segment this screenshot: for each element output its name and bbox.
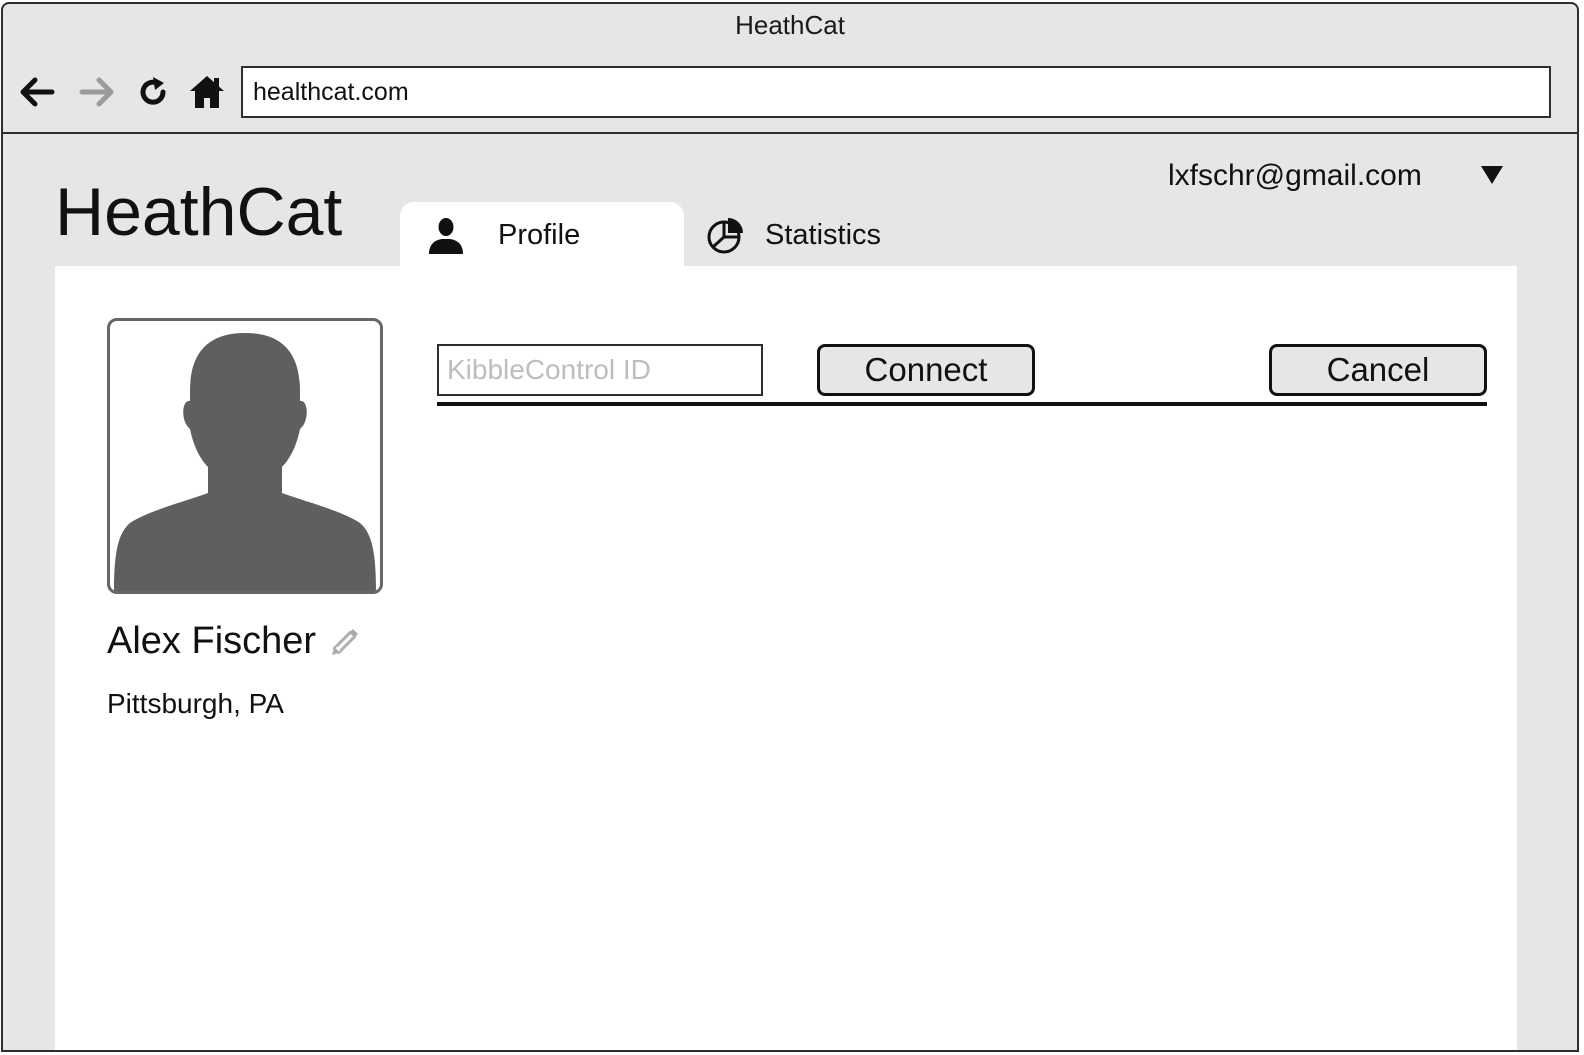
- back-button[interactable]: [17, 72, 57, 112]
- tab-statistics[interactable]: Statistics: [693, 202, 913, 268]
- tab-profile[interactable]: Profile: [400, 202, 684, 268]
- kibblecontrol-id-input[interactable]: [437, 344, 763, 396]
- profile-panel: Alex Fischer Pittsburgh, PA Connect Canc…: [55, 266, 1517, 1050]
- profile-location: Pittsburgh, PA: [107, 688, 284, 719]
- browser-navbar: healthcat.com: [3, 62, 1577, 122]
- chevron-down-icon[interactable]: [1477, 160, 1507, 190]
- tab-profile-label: Profile: [498, 219, 581, 251]
- form-divider: [437, 402, 1487, 406]
- user-icon: [429, 218, 463, 254]
- arrow-left-icon: [20, 77, 55, 107]
- profile-name: Alex Fischer: [107, 620, 317, 662]
- user-email[interactable]: lxfschr@gmail.com: [1168, 156, 1422, 196]
- reload-button[interactable]: [133, 72, 173, 112]
- window-title: HeathCat: [735, 10, 845, 40]
- person-silhouette-icon: [114, 333, 376, 591]
- forward-button[interactable]: [77, 72, 117, 112]
- navbar-divider: [3, 132, 1577, 134]
- pencil-icon[interactable]: [328, 624, 362, 658]
- home-button[interactable]: [187, 72, 227, 112]
- tab-statistics-label: Statistics: [765, 219, 882, 251]
- app-logo-title: HeathCat: [55, 174, 343, 250]
- reload-icon: [140, 77, 166, 105]
- arrow-right-icon: [79, 77, 114, 107]
- browser-window: HeathCat healthcat.com HeathCat lxfschr@…: [1, 2, 1579, 1052]
- profile-name-row: Alex Fischer: [107, 618, 362, 664]
- address-bar[interactable]: healthcat.com: [241, 66, 1551, 118]
- pie-chart-icon: [707, 218, 743, 254]
- connect-button[interactable]: Connect: [817, 344, 1035, 396]
- cancel-button[interactable]: Cancel: [1269, 344, 1487, 396]
- home-icon: [190, 76, 224, 108]
- avatar[interactable]: [107, 318, 383, 594]
